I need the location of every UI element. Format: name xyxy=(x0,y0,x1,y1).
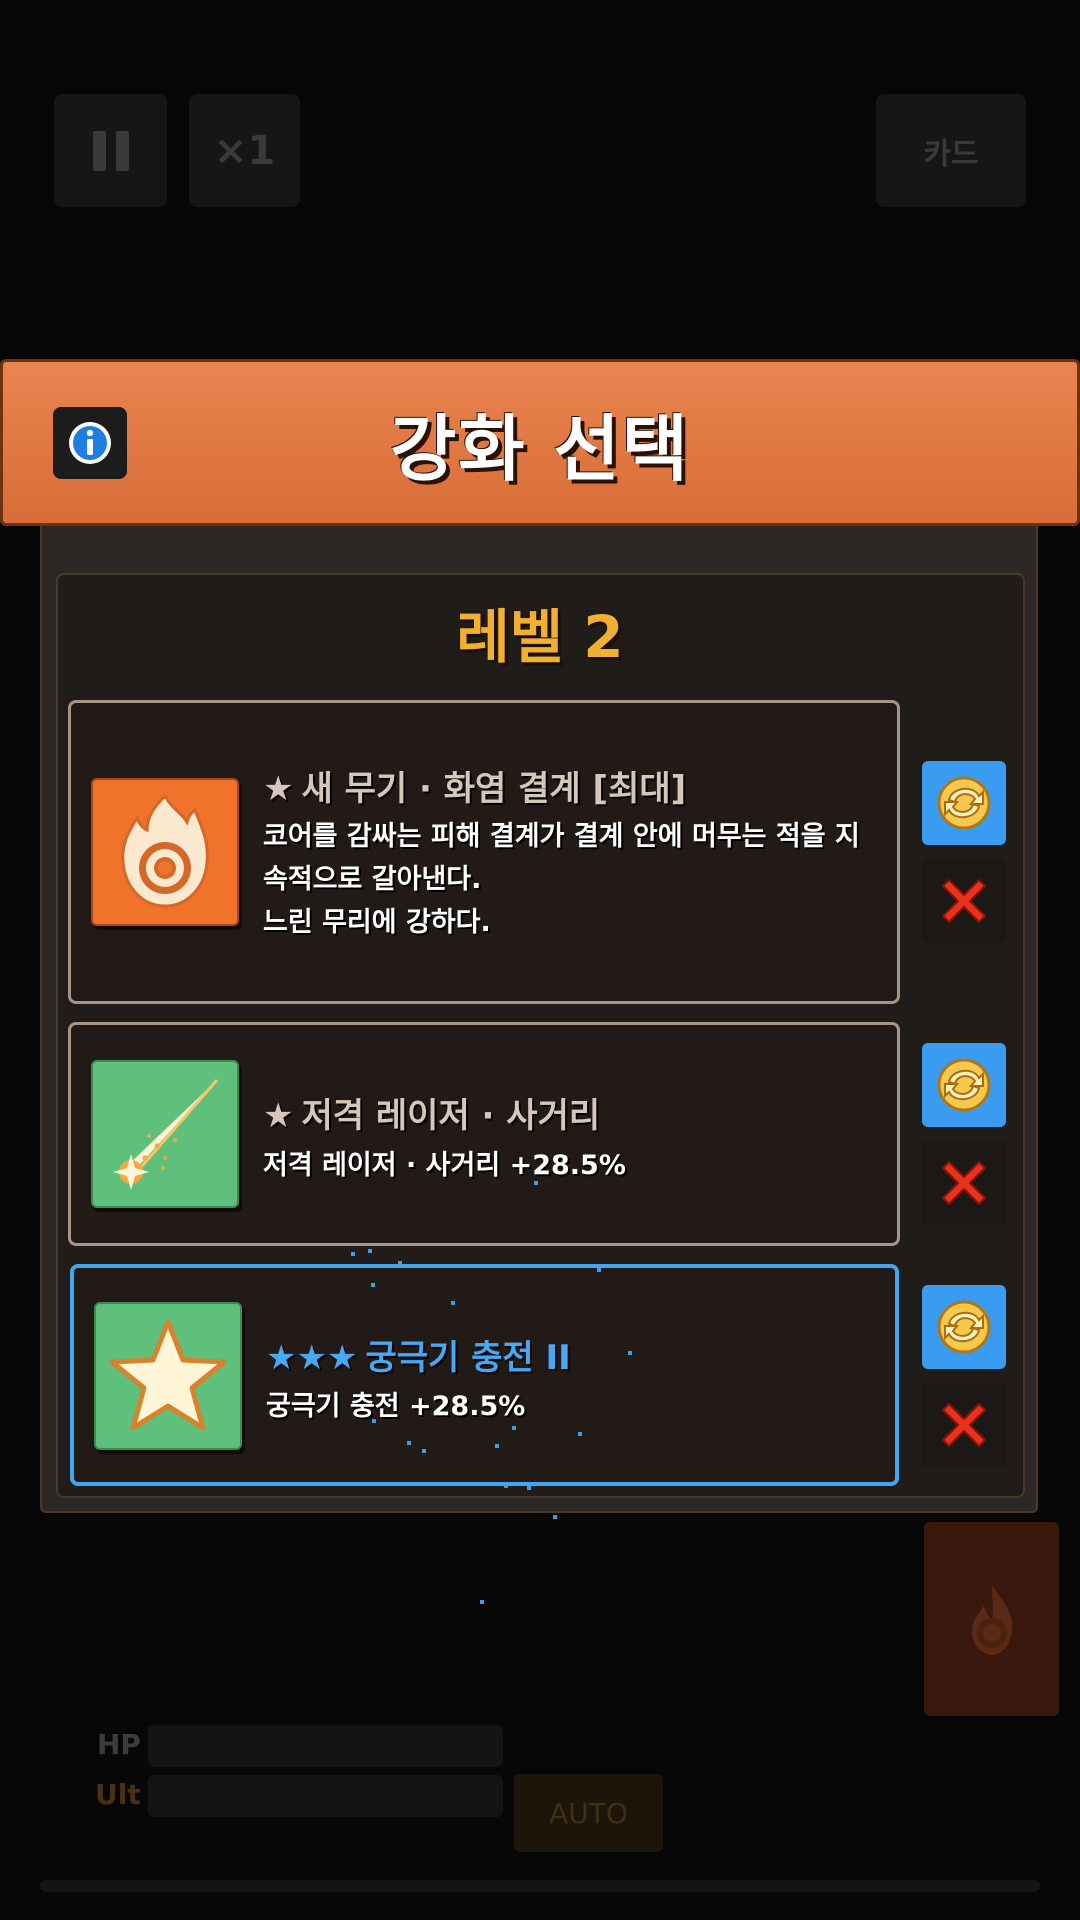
game-screen: ×1 카드 HP Ult AUTO 강화 선택 레벨 2 ★ 새 무기 · 화염… xyxy=(0,0,1080,1920)
hp-bar xyxy=(148,1725,503,1767)
fire-ring-icon xyxy=(121,793,209,908)
auto-button[interactable]: AUTO xyxy=(514,1774,663,1852)
choice-name: 궁극기 충전 II xyxy=(365,1338,571,1378)
info-button[interactable] xyxy=(53,407,127,479)
ult-label: Ult xyxy=(95,1778,141,1811)
choice-icon-box xyxy=(91,1060,239,1208)
level-label: 레벨 2 xyxy=(456,603,624,671)
star-rating: ★★★ xyxy=(266,1338,358,1378)
star-rating: ★ xyxy=(263,769,294,809)
choice-description: 저격 레이저 · 사거리 +28.5% xyxy=(263,1150,626,1181)
reroll-button-2[interactable] xyxy=(922,1043,1006,1127)
close-icon xyxy=(942,1403,986,1447)
upgrade-choice-laser-range[interactable]: ★ 저격 레이저 · 사거리 저격 레이저 · 사거리 +28.5% xyxy=(68,1022,900,1246)
pause-icon xyxy=(92,130,106,171)
choice-icon-box xyxy=(91,778,239,926)
choice-icon-box xyxy=(94,1302,242,1450)
reroll-icon xyxy=(937,776,991,830)
flame-icon xyxy=(971,1585,1012,1655)
card-button[interactable]: 카드 xyxy=(876,94,1026,207)
remove-button-3[interactable] xyxy=(922,1383,1006,1467)
remove-button-1[interactable] xyxy=(922,859,1006,943)
bottom-bar xyxy=(40,1880,1040,1892)
reroll-button-3[interactable] xyxy=(922,1285,1006,1369)
close-icon xyxy=(942,879,986,923)
choice-description: 궁극기 충전 +28.5% xyxy=(266,1391,526,1422)
choice-name: 저격 레이저 · 사거리 xyxy=(301,1096,601,1136)
modal-title: 강화 선택 xyxy=(389,407,691,491)
close-icon xyxy=(942,1161,986,1205)
reroll-button-1[interactable] xyxy=(922,761,1006,845)
pause-button[interactable] xyxy=(54,94,167,207)
star-rating: ★ xyxy=(263,1096,294,1136)
ultimate-skill-button[interactable] xyxy=(924,1522,1059,1716)
upgrade-header: 강화 선택 xyxy=(0,359,1080,526)
ult-bar xyxy=(148,1775,503,1817)
remove-button-2[interactable] xyxy=(922,1141,1006,1225)
info-icon xyxy=(69,422,111,464)
reroll-icon xyxy=(937,1058,991,1112)
laser-beam-icon xyxy=(113,1079,219,1190)
upgrade-choice-fire-barrier[interactable]: ★ 새 무기 · 화염 결계 [최대] 코어를 감싸는 피해 결계가 결계 안에 … xyxy=(68,700,900,1004)
upgrade-choice-ult-charge[interactable]: ★★★ 궁극기 충전 II 궁극기 충전 +28.5% xyxy=(70,1264,899,1486)
reroll-icon xyxy=(937,1300,991,1354)
choice-name: 새 무기 · 화염 결계 [최대] xyxy=(301,769,687,809)
speed-button[interactable]: ×1 xyxy=(189,94,300,207)
choice-description: 코어를 감싸는 피해 결계가 결계 안에 머무는 적을 지 속적으로 갈아낸다.… xyxy=(263,821,860,938)
hp-label: HP xyxy=(97,1728,141,1761)
star-icon xyxy=(109,1319,227,1431)
